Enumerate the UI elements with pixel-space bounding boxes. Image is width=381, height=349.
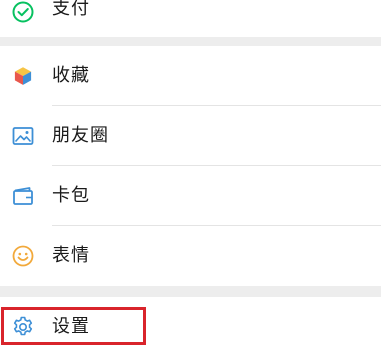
pay-group: 支付 [0, 0, 381, 37]
menu-item-pay-label: 支付 [52, 0, 90, 19]
menu-item-stickers-label: 表情 [52, 245, 90, 266]
settings-group: 设置 [0, 297, 381, 349]
wechat-pay-icon [11, 0, 35, 24]
menu-item-moments-label: 朋友圈 [52, 125, 109, 146]
menu-item-settings-label: 设置 [52, 316, 90, 337]
card-wallet-icon [11, 184, 35, 208]
features-group: 收藏 朋友圈 卡包 表情 [0, 46, 381, 286]
menu-item-favorites-label: 收藏 [52, 65, 90, 86]
menu-item-favorites[interactable]: 收藏 [0, 46, 381, 106]
gear-icon [11, 315, 35, 339]
favorites-cube-icon [11, 64, 35, 88]
menu-item-moments[interactable]: 朋友圈 [0, 106, 381, 166]
moments-picture-icon [11, 124, 35, 148]
menu-item-pay[interactable]: 支付 [0, 0, 381, 37]
smiley-icon [11, 244, 35, 268]
menu-item-settings[interactable]: 设置 [0, 297, 381, 349]
me-page: 支付 收藏 朋友圈 卡包 表情 设置 [0, 0, 381, 349]
menu-item-stickers[interactable]: 表情 [0, 226, 381, 286]
menu-item-cards-label: 卡包 [52, 185, 90, 206]
menu-item-cards[interactable]: 卡包 [0, 166, 381, 226]
